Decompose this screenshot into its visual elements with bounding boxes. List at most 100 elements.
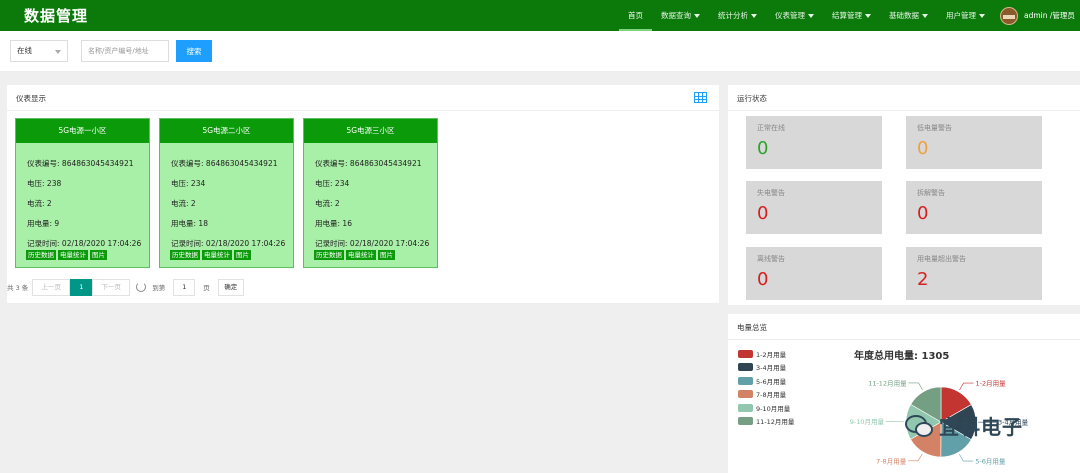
legend-item[interactable]: 1-2月用量 — [738, 347, 794, 361]
pie-slice-label: 9-10月用量 — [850, 418, 885, 426]
nav-item-3[interactable]: 仪表管理 — [766, 0, 823, 31]
table-view-icon[interactable] — [694, 92, 707, 103]
field-value: 02/18/2020 17:04:26 — [205, 239, 286, 248]
top-navbar: 数据管理 首页 数据查询 统计分析 仪表管理 结算管理 基础数据 用户管理 admin /管… — [0, 0, 1080, 31]
usage-stats-button[interactable]: 电量统计 — [202, 250, 232, 260]
search-input[interactable] — [81, 40, 169, 62]
search-button[interactable]: 搜索 — [176, 40, 212, 62]
field-label: 记录时间: — [315, 239, 348, 248]
usage-stats-button[interactable]: 电量统计 — [346, 250, 376, 260]
user-menu[interactable]: admin /管理员 — [1000, 0, 1075, 31]
search-bar: 在线 搜索 — [0, 31, 1080, 71]
status-card[interactable]: 拆解警告 0 — [906, 181, 1042, 234]
field-value: 234 — [190, 179, 206, 188]
confirm-button[interactable]: 确定 — [217, 278, 244, 296]
field-label: 电流: — [171, 199, 189, 208]
field-value: 2 — [46, 199, 52, 208]
pie-label-line — [959, 453, 974, 462]
page-1-button[interactable]: 1 — [70, 278, 93, 296]
legend-item[interactable]: 5-6月用量 — [738, 374, 794, 388]
divider — [728, 339, 1080, 340]
panel-title: 运行状态 — [737, 94, 767, 103]
pie-label-line — [908, 382, 923, 391]
panel-title: 电量总览 — [737, 323, 767, 332]
legend-item[interactable]: 7-8月用量 — [738, 388, 794, 402]
field-label: 用电量: — [315, 219, 341, 228]
pie-slice-label: 11-12月用量 — [868, 379, 907, 387]
status-card[interactable]: 低电量警告 0 — [906, 116, 1042, 169]
nav-item-label: 仪表管理 — [775, 11, 805, 20]
meter-field-id: 仪表编号: 864863045434921 — [315, 158, 422, 169]
image-button[interactable]: 图片 — [234, 250, 251, 260]
nav-item-1[interactable]: 数据查询 — [652, 0, 709, 31]
legend-label: 1-2月用量 — [756, 350, 787, 359]
field-label: 仪表编号: — [171, 159, 204, 168]
meter-field-current: 电流: 2 — [27, 198, 52, 209]
image-button[interactable]: 图片 — [90, 250, 107, 260]
legend-swatch — [738, 417, 753, 426]
status-label: 拆解警告 — [917, 189, 945, 197]
status-select[interactable]: 在线 — [10, 40, 68, 62]
image-button[interactable]: 图片 — [378, 250, 395, 260]
avatar[interactable] — [1000, 6, 1018, 25]
status-card[interactable]: 用电量超出警告 2 — [906, 247, 1042, 300]
refresh-icon[interactable] — [136, 282, 147, 292]
meter-field-current: 电流: 2 — [315, 198, 340, 209]
nav-item-4[interactable]: 结算管理 — [823, 0, 880, 31]
meter-card-actions: 历史数据 电量统计 图片 — [314, 250, 395, 260]
status-label: 低电量警告 — [917, 124, 952, 132]
status-value: 0 — [757, 269, 769, 290]
nav-item-2[interactable]: 统计分析 — [709, 0, 766, 31]
legend-item[interactable]: 9-10月用量 — [738, 401, 794, 415]
meter-card-actions: 历史数据 电量统计 图片 — [26, 250, 107, 260]
prev-page-button[interactable]: 上一页 — [32, 278, 71, 296]
chevron-down-icon — [751, 14, 757, 18]
nav-item-label: 用户管理 — [946, 11, 976, 20]
usage-stats-button[interactable]: 电量统计 — [58, 250, 88, 260]
field-value: 02/18/2020 17:04:26 — [61, 239, 142, 248]
meter-field-time: 记录时间: 02/18/2020 17:04:26 — [315, 238, 429, 249]
status-card[interactable]: 失电警告 0 — [746, 181, 882, 234]
history-data-button[interactable]: 历史数据 — [314, 250, 344, 260]
electricity-overview-panel: 电量总览 1-2月用量 3-4月用量 5-6月用量 7-8月用量 9-10月用量 11-1… — [728, 314, 1080, 473]
app-title: 数据管理 — [24, 7, 89, 25]
field-label: 用电量: — [27, 219, 53, 228]
nav-item-6[interactable]: 用户管理 — [937, 0, 994, 31]
status-card[interactable]: 离线警告 0 — [746, 247, 882, 300]
status-select-value: 在线 — [17, 46, 32, 55]
meter-card-actions: 历史数据 电量统计 图片 — [170, 250, 251, 260]
meter-field-usage: 用电量: 16 — [315, 218, 352, 229]
chevron-down-icon — [55, 50, 61, 54]
field-label: 记录时间: — [27, 239, 60, 248]
nav-item-label: 结算管理 — [832, 11, 862, 20]
status-card[interactable]: 正常在线 0 — [746, 116, 882, 169]
status-value: 0 — [757, 138, 769, 159]
meter-field-id: 仪表编号: 864863045434921 — [171, 158, 278, 169]
nav-item-label: 数据查询 — [661, 11, 691, 20]
field-value: 2 — [190, 199, 196, 208]
field-label: 仪表编号: — [27, 159, 60, 168]
history-data-button[interactable]: 历史数据 — [170, 250, 200, 260]
legend-item[interactable]: 11-12月用量 — [738, 415, 794, 429]
meter-display-panel: 仪表显示 5G电源一小区 仪表编号: 864863045434921 电压: 238… — [7, 85, 719, 303]
status-label: 离线警告 — [757, 255, 785, 263]
nav-item-0[interactable]: 首页 — [619, 0, 652, 31]
divider — [7, 110, 719, 111]
status-value: 0 — [917, 138, 929, 159]
history-data-button[interactable]: 历史数据 — [26, 250, 56, 260]
nav-item-5[interactable]: 基础数据 — [880, 0, 937, 31]
meter-field-time: 记录时间: 02/18/2020 17:04:26 — [27, 238, 141, 249]
status-value: 2 — [917, 269, 929, 290]
username[interactable]: admin /管理员 — [1024, 10, 1075, 21]
meter-field-voltage: 电压: 234 — [315, 178, 349, 189]
goto-page-input[interactable]: 1 — [173, 278, 196, 296]
legend-item[interactable]: 3-4月用量 — [738, 361, 794, 375]
chevron-down-icon — [808, 14, 814, 18]
pie-label-line — [959, 382, 974, 391]
next-page-button[interactable]: 下一页 — [92, 278, 131, 296]
divider — [728, 110, 1080, 111]
legend-label: 5-6月用量 — [756, 377, 787, 386]
pagination: 共 3 条 上一页 1 下一页 到第 1 页 确定 — [7, 278, 244, 296]
chart-legend: 1-2月用量 3-4月用量 5-6月用量 7-8月用量 9-10月用量 11-12月用量 — [738, 347, 794, 428]
nav-item-label: 基础数据 — [889, 11, 919, 20]
